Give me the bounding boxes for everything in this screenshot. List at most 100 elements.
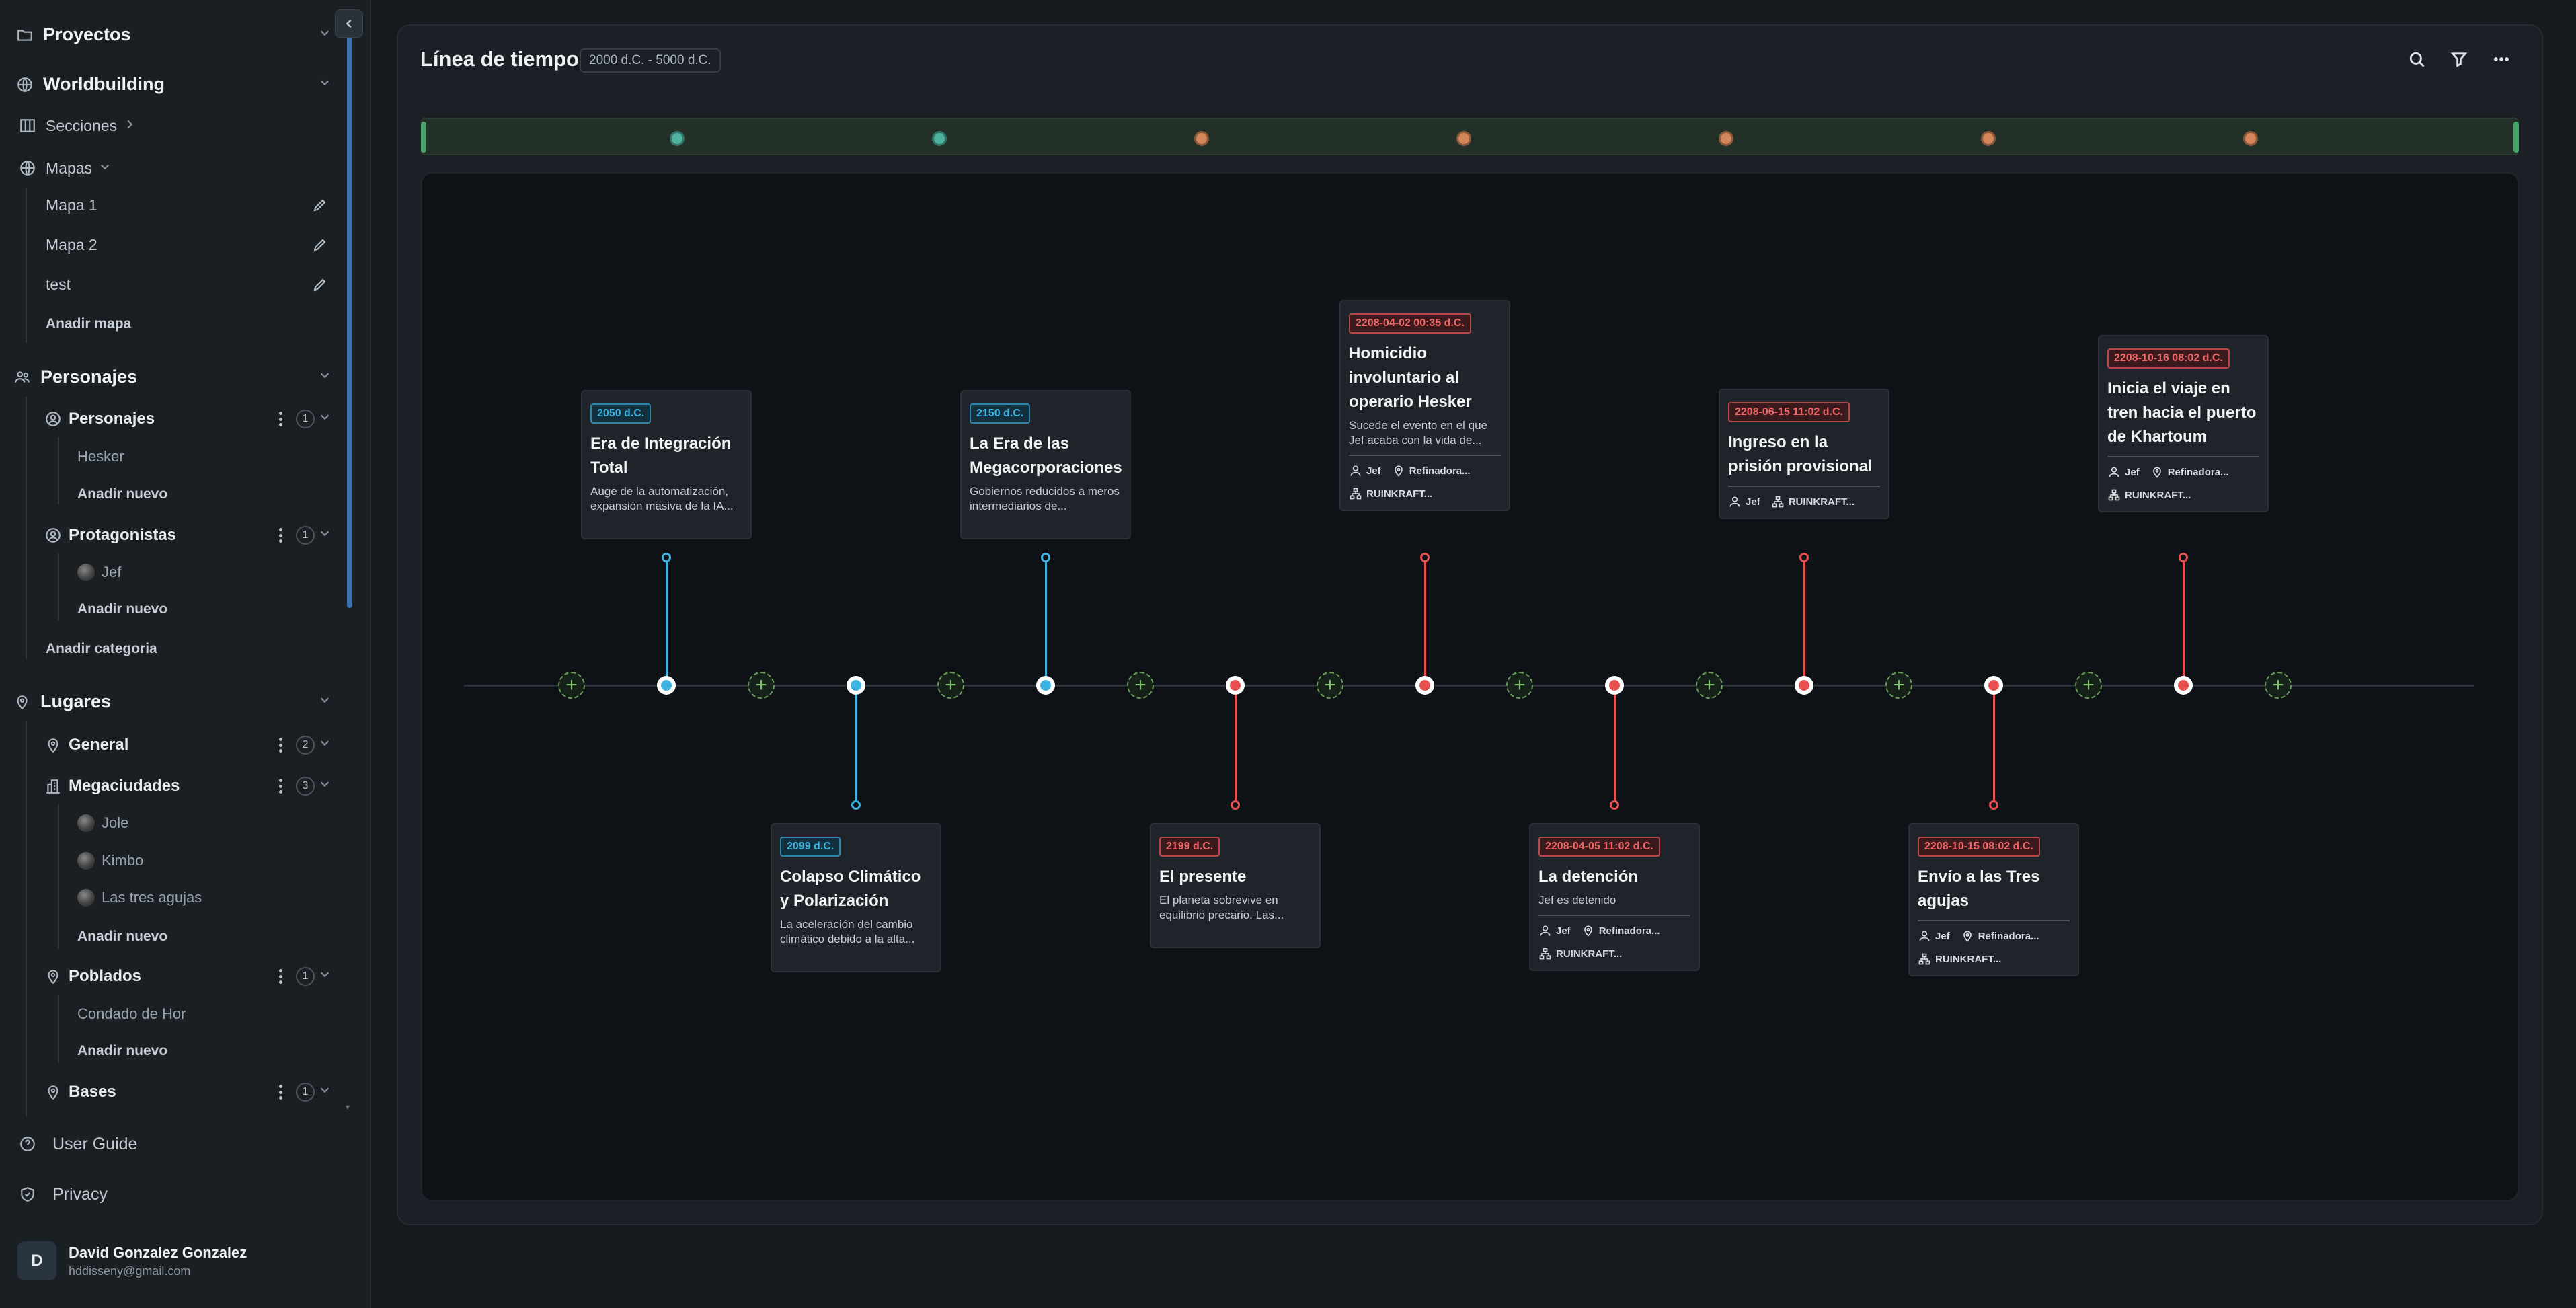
- megaciudad-item[interactable]: Jole: [77, 814, 128, 832]
- mapa-item[interactable]: Mapa 1: [46, 196, 348, 215]
- mapas-item[interactable]: Mapas: [17, 158, 115, 178]
- event-node[interactable]: [1605, 676, 1624, 695]
- organization-tag[interactable]: RUINKRAFT...: [1771, 495, 1855, 508]
- more-vertical-icon[interactable]: [277, 410, 284, 428]
- minimap-event-dot[interactable]: [932, 131, 947, 146]
- timeline-minimap[interactable]: [421, 118, 2519, 155]
- more-vertical-icon[interactable]: [277, 968, 284, 985]
- event-card[interactable]: 2208-04-05 11:02 d.C. La detención Jef es …: [1529, 823, 1700, 971]
- personaje-item[interactable]: Jef: [77, 564, 121, 581]
- minimap-range-handle[interactable]: [2513, 122, 2519, 153]
- add-event-button[interactable]: +: [558, 672, 585, 699]
- character-tag[interactable]: Jef: [1538, 924, 1571, 937]
- more-vertical-icon[interactable]: [277, 736, 284, 754]
- character-tag[interactable]: Jef: [1349, 464, 1381, 477]
- personaje-item[interactable]: Hesker: [77, 448, 124, 465]
- protagonistas-group[interactable]: Protagonistas 1: [43, 525, 351, 545]
- mapa-item[interactable]: Mapa 2: [46, 236, 348, 254]
- more-vertical-icon[interactable]: [277, 777, 284, 795]
- event-node[interactable]: [847, 676, 865, 695]
- pencil-icon[interactable]: [312, 237, 329, 254]
- minimap-event-dot[interactable]: [1194, 131, 1209, 146]
- event-card[interactable]: 2208-04-02 00:35 d.C. Homicidio involunta…: [1339, 300, 1510, 511]
- anadir-nuevo-button[interactable]: Anadir nuevo: [77, 929, 167, 945]
- event-card[interactable]: 2099 d.C. Colapso Climático y Polarizació…: [771, 823, 941, 972]
- add-event-button[interactable]: +: [937, 672, 964, 699]
- user-profile[interactable]: D David Gonzalez Gonzalez hddisseny@gmai…: [17, 1241, 247, 1280]
- location-tag[interactable]: Refinadora...: [1392, 464, 1471, 477]
- minimap-event-dot[interactable]: [1456, 131, 1471, 146]
- event-card[interactable]: 2150 d.C. La Era de las Megacorporaciones…: [960, 390, 1131, 539]
- character-tag[interactable]: Jef: [1918, 929, 1950, 943]
- sidebar-scrollbar[interactable]: [347, 30, 352, 608]
- worldbuilding-header[interactable]: Worldbuilding: [15, 74, 351, 95]
- event-node[interactable]: [1036, 676, 1055, 695]
- organization-tag[interactable]: RUINKRAFT...: [2107, 488, 2191, 502]
- event-node[interactable]: [1226, 676, 1245, 695]
- event-card[interactable]: 2050 d.C. Era de Integración Total Auge de…: [581, 390, 752, 539]
- event-card[interactable]: 2208-06-15 11:02 d.C. Ingreso en la prisi…: [1719, 389, 1889, 519]
- add-event-button[interactable]: +: [1696, 672, 1723, 699]
- minimap-event-dot[interactable]: [2243, 131, 2258, 146]
- organization-tag[interactable]: RUINKRAFT...: [1349, 487, 1432, 500]
- organization-tag[interactable]: RUINKRAFT...: [1918, 952, 2001, 966]
- add-event-button[interactable]: +: [1506, 672, 1533, 699]
- anadir-nuevo-button[interactable]: Anadir nuevo: [77, 1043, 167, 1059]
- filter-button[interactable]: [2443, 43, 2475, 75]
- event-node[interactable]: [1415, 676, 1434, 695]
- event-node[interactable]: [1795, 676, 1813, 695]
- megaciudades-group[interactable]: Megaciudades 3: [43, 776, 351, 796]
- location-tag[interactable]: Refinadora...: [1582, 924, 1660, 937]
- event-node[interactable]: [1984, 676, 2003, 695]
- add-event-button[interactable]: +: [2075, 672, 2102, 699]
- event-connector: [1234, 695, 1237, 805]
- event-card[interactable]: 2199 d.C. El presente El planeta sobrevive…: [1150, 823, 1321, 948]
- location-tag[interactable]: Refinadora...: [2150, 465, 2229, 479]
- mapa-item[interactable]: test: [46, 276, 348, 294]
- add-event-button[interactable]: +: [748, 672, 775, 699]
- add-event-button[interactable]: +: [1127, 672, 1154, 699]
- megaciudad-item[interactable]: Las tres agujas: [77, 889, 202, 907]
- event-node[interactable]: [657, 676, 676, 695]
- more-vertical-icon[interactable]: [277, 527, 284, 544]
- character-tag[interactable]: Jef: [1728, 495, 1760, 508]
- poblados-group[interactable]: Poblados 1: [43, 966, 351, 987]
- proyectos-header[interactable]: Proyectos: [15, 24, 351, 45]
- personajes-group[interactable]: Personajes 1: [43, 409, 351, 429]
- search-button[interactable]: [2401, 43, 2433, 75]
- pencil-icon[interactable]: [312, 197, 329, 215]
- minimap-event-dot[interactable]: [1719, 131, 1733, 146]
- organization-tag[interactable]: RUINKRAFT...: [1538, 947, 1622, 960]
- add-event-button[interactable]: +: [1317, 672, 1343, 699]
- secciones-item[interactable]: Secciones: [17, 116, 140, 136]
- minimap-event-dot[interactable]: [670, 131, 685, 146]
- event-node[interactable]: [2174, 676, 2193, 695]
- sidebar-scroll-area[interactable]: Proyectos Worldbuilding Secciones Mapas …: [0, 0, 371, 1116]
- more-options-button[interactable]: [2485, 43, 2518, 75]
- character-tag[interactable]: Jef: [2107, 465, 2140, 479]
- anadir-nuevo-button[interactable]: Anadir nuevo: [77, 486, 167, 502]
- privacy-link[interactable]: Privacy: [17, 1184, 108, 1204]
- user-guide-link[interactable]: User Guide: [17, 1134, 137, 1154]
- minimap-event-dot[interactable]: [1981, 131, 1996, 146]
- bases-group[interactable]: Bases 1: [43, 1082, 351, 1102]
- scroll-down-icon[interactable]: ▾: [346, 1103, 354, 1111]
- minimap-range-handle[interactable]: [421, 122, 426, 153]
- pencil-icon[interactable]: [312, 276, 329, 294]
- anadir-mapa-button[interactable]: Anadir mapa: [46, 316, 131, 332]
- location-tag[interactable]: Refinadora...: [1961, 929, 2039, 943]
- megaciudad-item[interactable]: Kimbo: [77, 852, 143, 870]
- more-vertical-icon[interactable]: [277, 1083, 284, 1101]
- add-event-button[interactable]: +: [2265, 672, 2292, 699]
- personajes-section[interactable]: Personajes: [12, 367, 351, 387]
- event-card[interactable]: 2208-10-15 08:02 d.C. Envío a las Tres ag…: [1908, 823, 2079, 976]
- anadir-categoria-button[interactable]: Anadir categoria: [46, 641, 157, 657]
- anadir-nuevo-button[interactable]: Anadir nuevo: [77, 601, 167, 617]
- collapse-sidebar-button[interactable]: [335, 9, 363, 38]
- count-badge: 3: [296, 777, 315, 796]
- poblado-item[interactable]: Condado de Hor: [77, 1005, 186, 1023]
- general-group[interactable]: General 2: [43, 735, 351, 755]
- event-card[interactable]: 2208-10-16 08:02 d.C. Inicia el viaje en …: [2098, 335, 2269, 512]
- lugares-section[interactable]: Lugares: [12, 691, 351, 712]
- add-event-button[interactable]: +: [1885, 672, 1912, 699]
